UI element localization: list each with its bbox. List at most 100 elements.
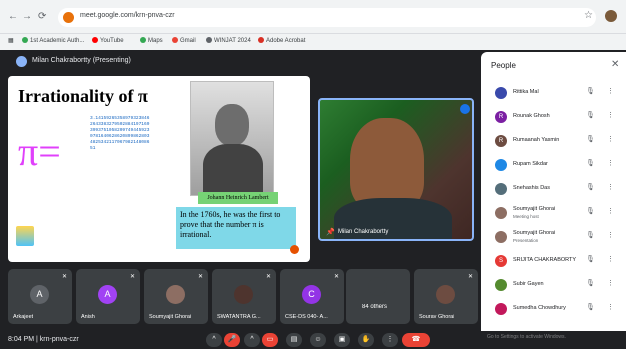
address-bar[interactable]: meet.google.com/krn-pnva-czr — [58, 8, 596, 27]
apps-icon[interactable]: ▦ — [8, 37, 14, 44]
participant-list-item[interactable]: Sumedha Chowdhury 🎙 ⋮ — [481, 298, 626, 322]
mic-off-icon[interactable]: 🎙 — [586, 183, 595, 191]
mic-off-icon: ✕ — [129, 274, 135, 280]
avatar: A — [30, 285, 49, 304]
mic-off-icon: ✕ — [61, 274, 67, 280]
people-panel-title: People — [491, 61, 516, 70]
participant-tile[interactable]: ✕ SWATANTRA G... — [212, 269, 276, 324]
more-options-button[interactable]: ⋮ — [382, 333, 398, 347]
bookmark-item[interactable]: YouTube — [92, 37, 124, 44]
mic-off-icon[interactable]: 🎙 — [586, 279, 595, 287]
raise-hand-button[interactable]: ✋ — [358, 333, 374, 347]
more-vert-icon[interactable]: ⋮ — [607, 231, 614, 239]
present-button[interactable]: ▣ — [334, 333, 350, 347]
mic-off-icon[interactable]: 🎙 — [586, 159, 595, 167]
bookmark-item[interactable]: Adobe Acrobat — [258, 37, 305, 44]
avatar: R — [495, 135, 507, 147]
mic-off-icon[interactable]: 🎙 — [586, 87, 595, 95]
bookmark-item[interactable]: Gmail — [172, 37, 196, 44]
mic-off-icon[interactable]: 🎙 — [586, 135, 595, 143]
mic-off-icon: ✕ — [467, 274, 473, 280]
chevron-up-icon[interactable]: ^ — [244, 333, 260, 347]
speaker-video[interactable]: 📌 Milan Chakrabortty — [318, 98, 474, 241]
others-tile[interactable]: 84 others — [346, 269, 410, 324]
participant-list-item[interactable]: Soumyajit Ghorai Presentation 🎙 ⋮ — [481, 226, 626, 250]
bookmark-item[interactable]: Maps — [140, 37, 163, 44]
mic-off-icon[interactable]: 🎙 — [586, 231, 595, 239]
mic-toggle-button[interactable]: 🎤 — [224, 333, 240, 347]
more-vert-icon[interactable]: ⋮ — [607, 159, 614, 167]
avatar: A — [98, 285, 117, 304]
avatar — [495, 279, 507, 291]
more-vert-icon[interactable]: ⋮ — [607, 207, 614, 215]
portrait-face — [215, 104, 249, 146]
chevron-up-icon[interactable]: ^ — [206, 333, 222, 347]
back-icon[interactable]: ← — [8, 11, 18, 22]
participant-name: SWATANTRA G... — [217, 314, 261, 320]
participant-list-item[interactable]: R Rumaanah Yasmin 🎙 ⋮ — [481, 130, 626, 154]
participant-name: Subir Gayen — [513, 281, 544, 287]
avatar — [495, 207, 507, 219]
more-vert-icon[interactable]: ⋮ — [607, 303, 614, 311]
participant-name: Rupam Sikdar — [513, 161, 548, 167]
more-vert-icon[interactable]: ⋮ — [607, 183, 614, 191]
maps-icon — [140, 37, 146, 43]
mic-off-icon[interactable]: 🎙 — [586, 207, 595, 215]
url-text: meet.google.com/krn-pnva-czr — [80, 12, 175, 19]
avatar: R — [495, 111, 507, 123]
bookmark-item[interactable]: WINJAT 2024 — [206, 37, 251, 44]
participant-name: Arkajeet — [13, 314, 34, 320]
participant-name: Rittika Mal — [513, 89, 539, 95]
forward-icon[interactable]: → — [22, 11, 32, 22]
gmail-icon — [172, 37, 178, 43]
participant-tile[interactable]: ✕ Soumyajit Ghorai — [144, 269, 208, 324]
mic-off-icon[interactable]: 🎙 — [586, 255, 595, 263]
more-vert-icon[interactable]: ⋮ — [607, 111, 614, 119]
captions-button[interactable]: ▤ — [286, 333, 302, 347]
participant-name: CSE-DS 040- A... — [285, 314, 328, 320]
more-vert-icon[interactable]: ⋮ — [607, 279, 614, 287]
participant-name: Rumaanah Yasmin — [513, 137, 560, 143]
mic-off-icon[interactable]: 🎙 — [586, 111, 595, 119]
activate-windows-sub: Go to Settings to activate Windows. — [487, 334, 566, 340]
mic-off-icon[interactable]: 🎙 — [586, 303, 595, 311]
bookmark-item[interactable]: 1st Academic Auth... — [22, 37, 84, 44]
participant-list-item[interactable]: Soumyajit Ghorai Meeting host 🎙 ⋮ — [481, 202, 626, 226]
mic-off-icon: ✕ — [265, 274, 271, 280]
mic-off-icon: ✕ — [197, 274, 203, 280]
participant-tile[interactable]: ✕ C CSE-DS 040- A... — [280, 269, 344, 324]
participant-tile[interactable]: ✕ A Arkajeet — [8, 269, 72, 324]
participant-list-item[interactable]: Snehashis Das 🎙 ⋮ — [481, 178, 626, 202]
emoji-button[interactable]: ☺ — [310, 333, 326, 347]
pin-icon[interactable]: 📌 — [326, 228, 335, 236]
people-panel: People ✕ Rittika Mal 🎙 ⋮ R Rounak Ghosh … — [481, 52, 626, 331]
participant-list-item[interactable]: Subir Gayen 🎙 ⋮ — [481, 274, 626, 298]
youtube-icon — [92, 37, 98, 43]
participant-name: Sourav Ghorai — [419, 314, 455, 320]
participant-name: Sumedha Chowdhury — [513, 305, 566, 311]
slide-marker — [290, 245, 299, 254]
participant-list-item[interactable]: Rittika Mal 🎙 ⋮ — [481, 82, 626, 106]
participant-list-item[interactable]: Rupam Sikdar 🎙 ⋮ — [481, 154, 626, 178]
more-vert-icon[interactable]: ⋮ — [607, 135, 614, 143]
close-icon[interactable]: ✕ — [611, 59, 619, 70]
bookmark-star-icon[interactable]: ☆ — [584, 10, 593, 21]
reload-icon[interactable]: ⟳ — [38, 11, 46, 22]
leave-call-button[interactable]: ☎ — [402, 333, 430, 347]
profile-avatar[interactable] — [605, 10, 617, 22]
speaker-face — [350, 118, 424, 210]
browser-toolbar: ← → ⟳ meet.google.com/krn-pnva-czr ☆ — [0, 0, 626, 34]
avatar-group — [368, 277, 387, 296]
slide-logo — [16, 226, 34, 246]
meeting-time: 8:04 PM | krn-pnva-czr — [8, 336, 79, 343]
more-vert-icon[interactable]: ⋮ — [607, 255, 614, 263]
slide-title: Irrationality of π — [18, 86, 148, 106]
more-vert-icon[interactable]: ⋮ — [607, 87, 614, 95]
participant-tile[interactable]: ✕ Sourav Ghorai — [414, 269, 478, 324]
bookmarks-bar: ▦ 1st Academic Auth... YouTube Maps Gmai… — [0, 34, 626, 50]
participant-tile[interactable]: ✕ A Anish — [76, 269, 140, 324]
camera-toggle-button[interactable]: ▭ — [262, 333, 278, 347]
participant-list-item[interactable]: S SRIJITA CHAKRABORTY 🎙 ⋮ — [481, 250, 626, 274]
participant-list-item[interactable]: R Rounak Ghosh 🎙 ⋮ — [481, 106, 626, 130]
folder-icon — [206, 37, 212, 43]
